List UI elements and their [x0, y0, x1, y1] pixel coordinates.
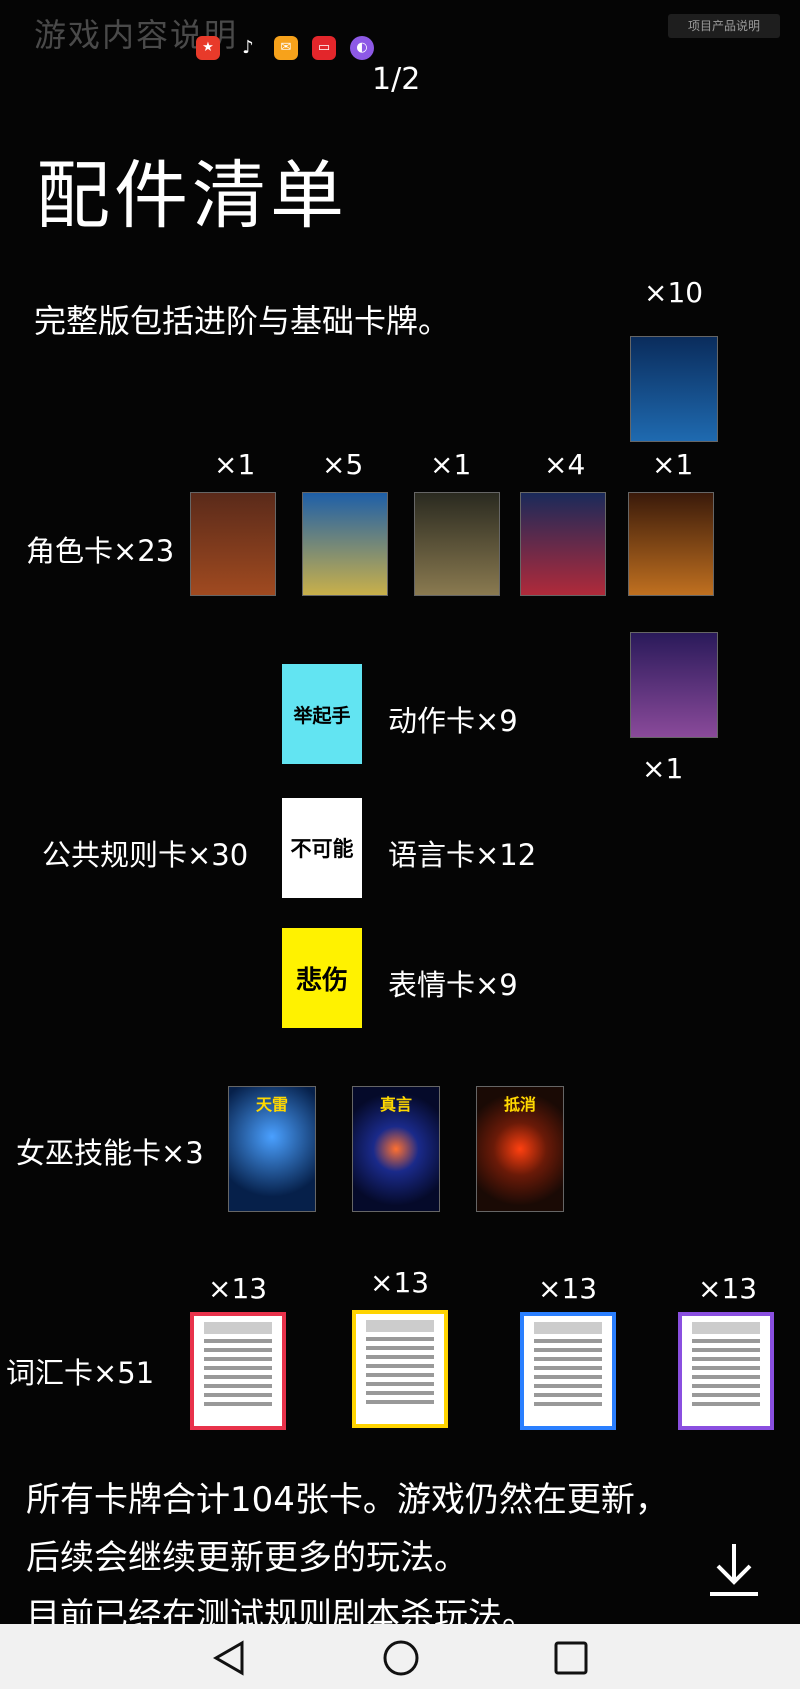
role-card-count: ×1: [430, 448, 472, 481]
role-card-image: [630, 336, 718, 442]
witch-card-name: 抵消: [503, 1095, 536, 1114]
role-card-count: ×1: [652, 448, 694, 481]
role-card-count: ×1: [214, 448, 256, 481]
vocab-card-image: [520, 1312, 616, 1430]
vocab-card-count: ×13: [208, 1272, 268, 1305]
book-icon[interactable]: ▭: [312, 36, 336, 60]
vocab-card-count: ×13: [538, 1272, 598, 1305]
purple-app-icon[interactable]: ◐: [350, 36, 374, 60]
witch-card-image: 抵消: [476, 1086, 564, 1212]
vocab-card-count: ×13: [698, 1272, 758, 1305]
witch-card-name: 真言: [379, 1095, 412, 1114]
witch-card-image: 真言: [352, 1086, 440, 1212]
download-icon[interactable]: [706, 1540, 762, 1600]
vocab-card-image: [352, 1310, 448, 1428]
footer-line: 后续会继续更新更多的玩法。: [26, 1538, 468, 1578]
vocab-card-image: [190, 1312, 286, 1430]
role-card-count: ×1: [642, 752, 684, 785]
role-card-image: [628, 492, 714, 596]
footer-line: 所有卡牌合计104张卡。游戏仍然在更新，: [26, 1480, 669, 1520]
role-card-image: [414, 492, 500, 596]
language-card-image: 不可能: [282, 798, 362, 898]
page-title: 配件清单: [36, 153, 348, 239]
role-card-image: [302, 492, 388, 596]
vocab-card-count: ×13: [370, 1266, 430, 1299]
witch-card-label: 女巫技能卡×3: [16, 1136, 204, 1170]
role-card-count: ×5: [322, 448, 364, 481]
recents-icon[interactable]: [553, 1640, 589, 1680]
role-card-count: ×10: [644, 276, 704, 309]
language-card-label: 语言卡×12: [388, 838, 537, 872]
mail-icon[interactable]: ✉: [274, 36, 298, 60]
rule-card-label: 公共规则卡×30: [42, 838, 249, 872]
role-card-count: ×4: [544, 448, 586, 481]
navigation-bar: [0, 1624, 800, 1689]
emotion-card-label: 表情卡×9: [388, 968, 518, 1002]
intro-text: 完整版包括进阶与基础卡牌。: [34, 302, 451, 340]
role-card-label: 角色卡×23: [26, 534, 175, 568]
vocab-card-label: 词汇卡×51: [6, 1356, 155, 1390]
role-card-image: [520, 492, 606, 596]
back-icon[interactable]: [212, 1640, 246, 1680]
home-icon[interactable]: [382, 1639, 420, 1681]
product-info-button[interactable]: 项目产品说明: [668, 14, 780, 38]
role-card-image: [190, 492, 276, 596]
action-card-image: 举起手: [282, 664, 362, 764]
witch-card-image: 天雷: [228, 1086, 316, 1212]
red-app-icon[interactable]: ★: [196, 36, 220, 60]
action-card-label: 动作卡×9: [388, 704, 518, 738]
tiktok-icon[interactable]: ♪: [236, 36, 260, 60]
page-indicator: 1/2: [372, 62, 421, 97]
witch-card-name: 天雷: [255, 1095, 288, 1114]
role-card-image: [630, 632, 718, 738]
vocab-card-image: [678, 1312, 774, 1430]
emotion-card-image: 悲伤: [282, 928, 362, 1028]
